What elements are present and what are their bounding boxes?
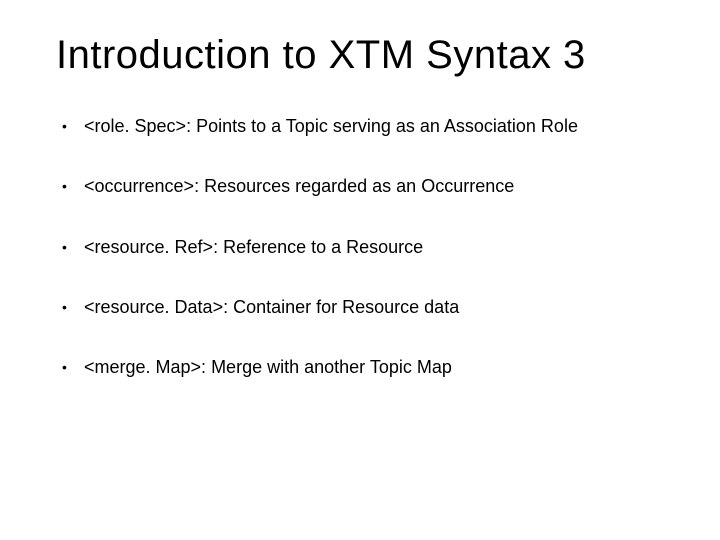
bullet-list: <role. Spec>: Points to a Topic serving … xyxy=(56,114,672,379)
slide: Introduction to XTM Syntax 3 <role. Spec… xyxy=(0,0,720,540)
bullet-item: <resource. Ref>: Reference to a Resource xyxy=(56,235,672,259)
bullet-item: <role. Spec>: Points to a Topic serving … xyxy=(56,114,672,138)
bullet-item: <resource. Data>: Container for Resource… xyxy=(56,295,672,319)
bullet-item: <occurrence>: Resources regarded as an O… xyxy=(56,174,672,198)
bullet-item: <merge. Map>: Merge with another Topic M… xyxy=(56,355,672,379)
slide-title: Introduction to XTM Syntax 3 xyxy=(56,32,672,78)
